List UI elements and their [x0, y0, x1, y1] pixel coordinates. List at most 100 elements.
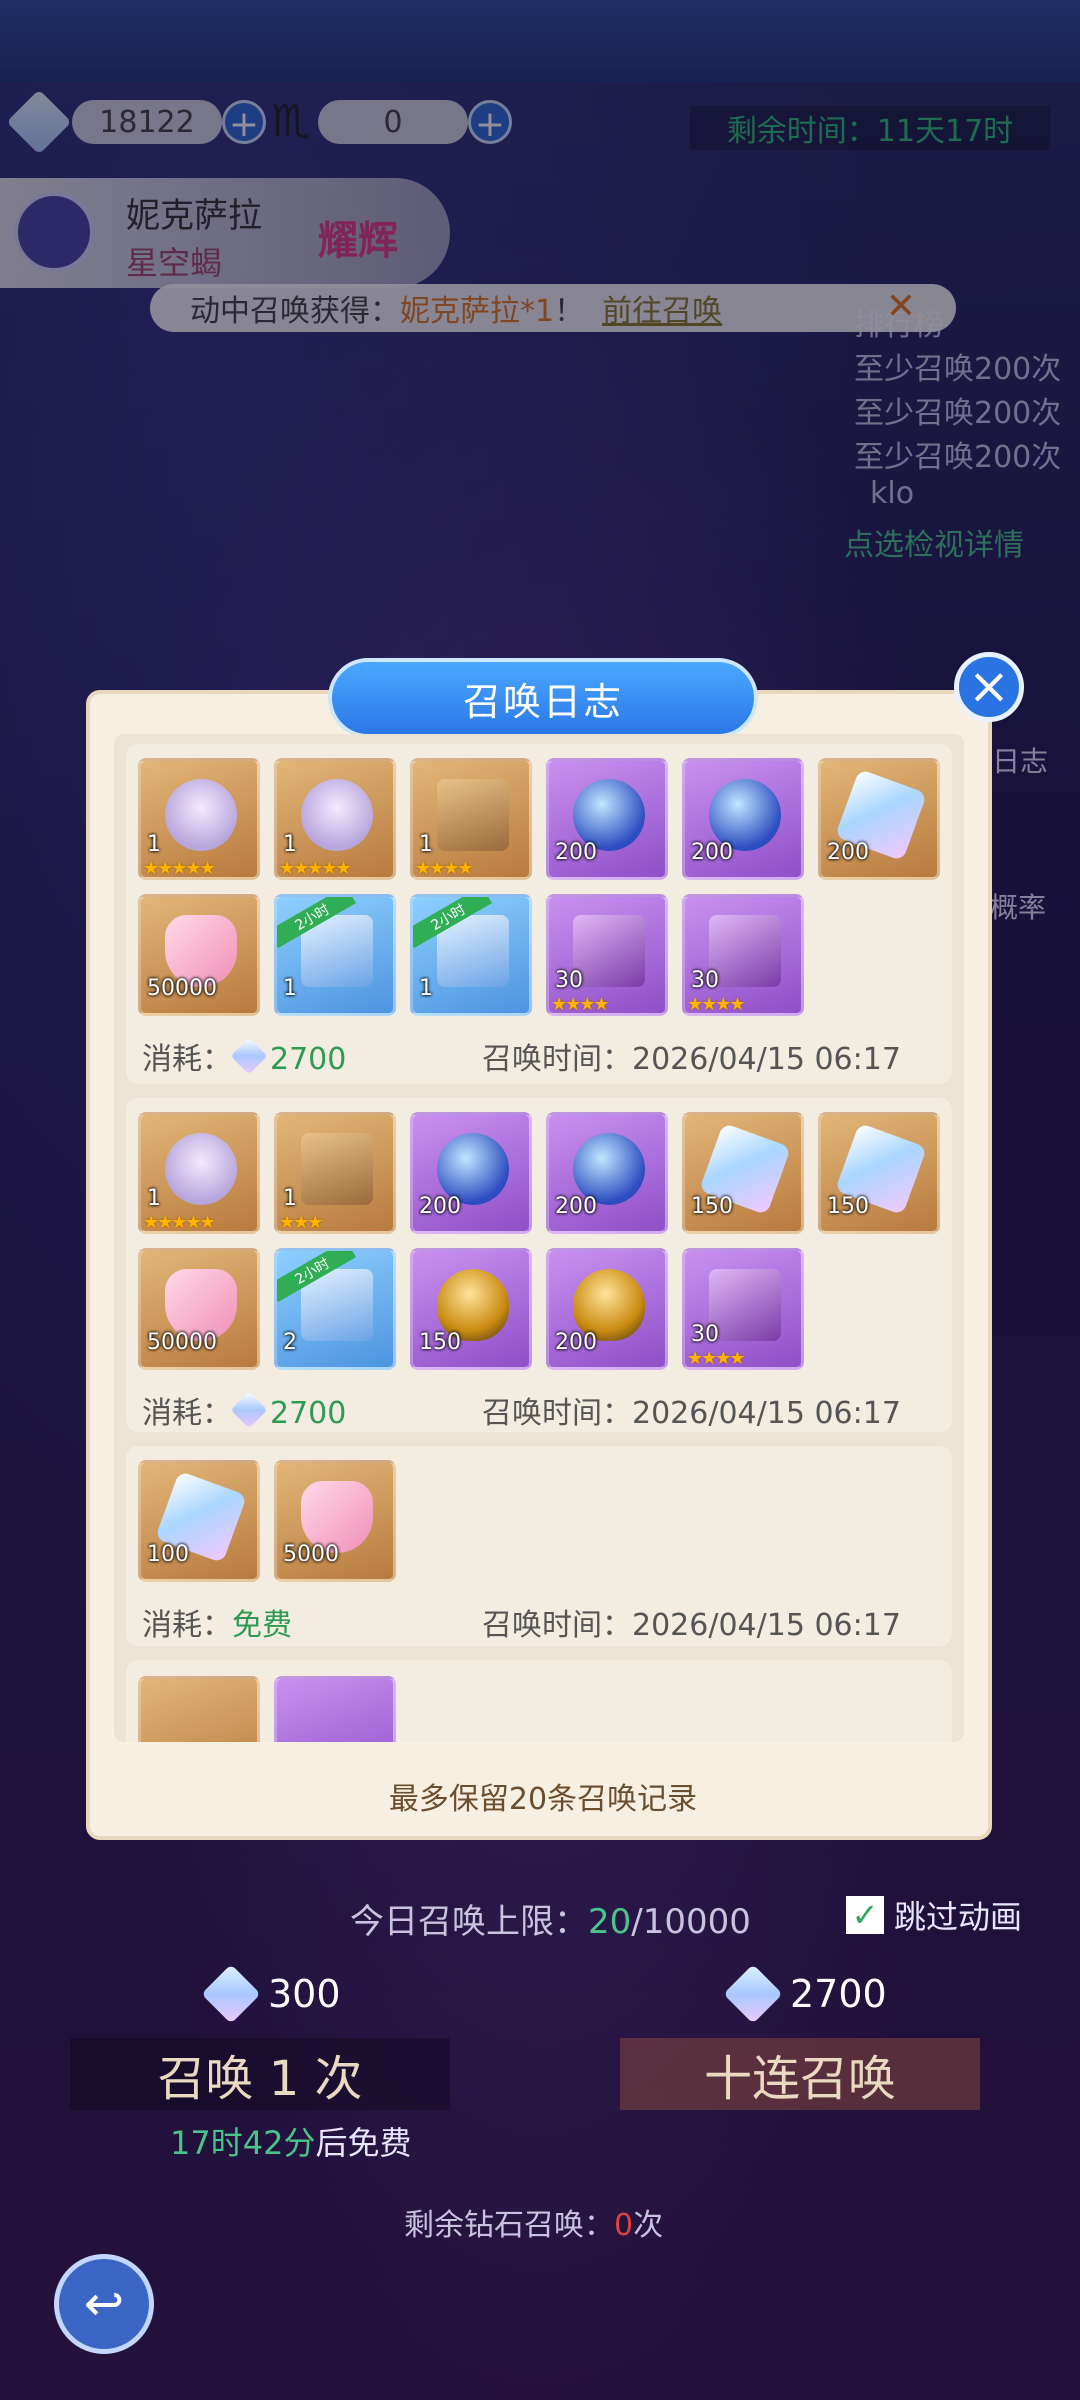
reward-item[interactable]: 150	[682, 1112, 804, 1234]
time-label: 召唤时间：	[482, 1396, 632, 1431]
back-button[interactable]: ↩	[54, 2254, 154, 2354]
cost-label: 消耗：	[142, 1608, 232, 1643]
reward-item[interactable]: 5000	[274, 1460, 396, 1582]
record-time: 召唤时间：2026/04/15 06:17	[482, 1388, 901, 1432]
diamond-icon	[230, 1037, 268, 1075]
reward-item[interactable]	[138, 1676, 260, 1742]
item-quantity: 1	[283, 1186, 297, 1211]
summon-ten-button[interactable]: 十连召唤	[620, 2038, 980, 2110]
reward-item[interactable]: 1 ★★★	[274, 1112, 396, 1234]
item-quantity: 1	[147, 832, 161, 857]
star-rating: ★★★★	[551, 994, 610, 1015]
cost-label: 消耗：	[142, 1042, 232, 1077]
reward-item[interactable]: 50000	[138, 894, 260, 1016]
summon-record: 1 ★★★★★ 1 ★★★ 200 200 150 150 50000 2小时 2 150 200 30 ★…	[126, 1098, 952, 1432]
hero-portrait-icon	[165, 1133, 237, 1205]
record-cost: 消耗： 2700	[142, 1388, 346, 1432]
item-quantity: 200	[419, 1194, 461, 1219]
item-quantity: 200	[555, 840, 597, 865]
reward-item[interactable]: 1 ★★★★★	[138, 1112, 260, 1234]
cost-value: 2700	[270, 1396, 347, 1431]
diamond-icon	[230, 1391, 268, 1429]
item-quantity: 150	[691, 1194, 733, 1219]
record-time: 召唤时间：2026/04/15 06:17	[482, 1600, 901, 1644]
daily-limit-label: 今日召唤上限：	[350, 1902, 588, 1942]
summon-once-button[interactable]: 召唤 1 次	[70, 2038, 450, 2110]
free-countdown-suffix: 后免费	[315, 2124, 412, 2162]
cost-label: 消耗：	[142, 1396, 232, 1431]
time-label: 召唤时间：	[482, 1608, 632, 1643]
summon-record-partial	[126, 1660, 952, 1742]
hero-portrait-icon	[301, 779, 373, 851]
hero-portrait-icon	[165, 779, 237, 851]
record-list[interactable]: 1 ★★★★★ 1 ★★★★★ 1 ★★★★ 200 200 200 50000 2小时 1 2小时 1 3…	[114, 734, 964, 1742]
item-quantity: 200	[555, 1330, 597, 1355]
reward-item[interactable]: 150	[410, 1248, 532, 1370]
reward-item[interactable]: 50000	[138, 1248, 260, 1370]
reward-item[interactable]: 200	[546, 758, 668, 880]
item-quantity: 150	[827, 1194, 869, 1219]
skip-animation-toggle[interactable]: ✓ 跳过动画	[846, 1892, 1022, 1938]
summon-log-modal: 召唤日志 × 1 ★★★★★ 1 ★★★★★ 1 ★★★★ 200 200 200 50000 2小…	[86, 652, 1024, 1840]
reward-item[interactable]: 200	[818, 758, 940, 880]
record-time: 召唤时间：2026/04/15 06:17	[482, 1034, 901, 1078]
reward-item[interactable]: 200	[546, 1248, 668, 1370]
cost-value: 2700	[270, 1042, 347, 1077]
item-quantity: 5000	[283, 1542, 339, 1567]
star-rating: ★★★★★	[143, 858, 216, 879]
item-quantity: 200	[827, 840, 869, 865]
reward-item[interactable]	[274, 1676, 396, 1742]
item-quantity: 1	[147, 1186, 161, 1211]
item-quantity: 2	[283, 1330, 297, 1355]
star-rating: ★★★★	[415, 858, 474, 879]
item-quantity: 50000	[147, 976, 217, 1001]
reward-item[interactable]: 30 ★★★★	[682, 894, 804, 1016]
reward-item[interactable]: 2小时 1	[410, 894, 532, 1016]
skip-animation-label: 跳过动画	[894, 1898, 1023, 1936]
star-rating: ★★★★★	[279, 858, 352, 879]
item-quantity: 200	[691, 840, 733, 865]
item-quantity: 30	[691, 1322, 719, 1347]
daily-limit: 今日召唤上限：20/10000	[350, 1894, 751, 1943]
time-label: 召唤时间：	[482, 1042, 632, 1077]
modal-title: 召唤日志	[328, 658, 758, 738]
log-limit-note: 最多保留20条召唤记录	[388, 1782, 698, 1817]
diamond-icon	[201, 1964, 261, 2024]
remaining-count: 0	[614, 2208, 634, 2243]
daily-limit-total: /10000	[631, 1902, 751, 1942]
item-quantity: 1	[283, 832, 297, 857]
mystery-chest-icon	[301, 1133, 373, 1205]
close-icon[interactable]: ×	[954, 652, 1024, 722]
star-rating: ★★★★	[687, 1348, 746, 1369]
item-quantity: 50000	[147, 1330, 217, 1355]
ten-cost: 2700	[723, 1964, 887, 2024]
record-cost: 消耗：免费	[142, 1600, 292, 1644]
star-rating: ★★★	[279, 1212, 323, 1233]
reward-item[interactable]: 1 ★★★★★	[274, 758, 396, 880]
reward-item[interactable]: 30 ★★★★	[546, 894, 668, 1016]
reward-item[interactable]: 2小时 2	[274, 1248, 396, 1370]
item-quantity: 30	[555, 968, 583, 993]
item-quantity: 150	[419, 1330, 461, 1355]
reward-item[interactable]: 30 ★★★★	[682, 1248, 804, 1370]
star-rating: ★★★★	[687, 994, 746, 1015]
reward-item[interactable]: 1 ★★★★	[410, 758, 532, 880]
reward-item[interactable]: 100	[138, 1460, 260, 1582]
daily-limit-used: 20	[588, 1902, 632, 1942]
item-quantity: 1	[419, 976, 433, 1001]
mystery-chest-icon	[437, 779, 509, 851]
record-cost: 消耗： 2700	[142, 1034, 346, 1078]
reward-item[interactable]: 2小时 1	[274, 894, 396, 1016]
reward-item[interactable]: 150	[818, 1112, 940, 1234]
star-rating: ★★★★★	[143, 1212, 216, 1233]
reward-item[interactable]: 200	[682, 758, 804, 880]
remaining-diamond-summons: 剩余钻石召唤：0次	[404, 2200, 663, 2244]
diamond-icon	[723, 1964, 783, 2024]
free-countdown-time: 17时42分	[170, 2124, 316, 2162]
reward-item[interactable]: 1 ★★★★★	[138, 758, 260, 880]
remaining-prefix: 剩余钻石召唤：	[404, 2208, 614, 2243]
reward-item[interactable]: 200	[410, 1112, 532, 1234]
reward-item[interactable]: 200	[546, 1112, 668, 1234]
time-value: 2026/04/15 06:17	[632, 1042, 901, 1077]
hero-shard-icon	[573, 915, 645, 987]
